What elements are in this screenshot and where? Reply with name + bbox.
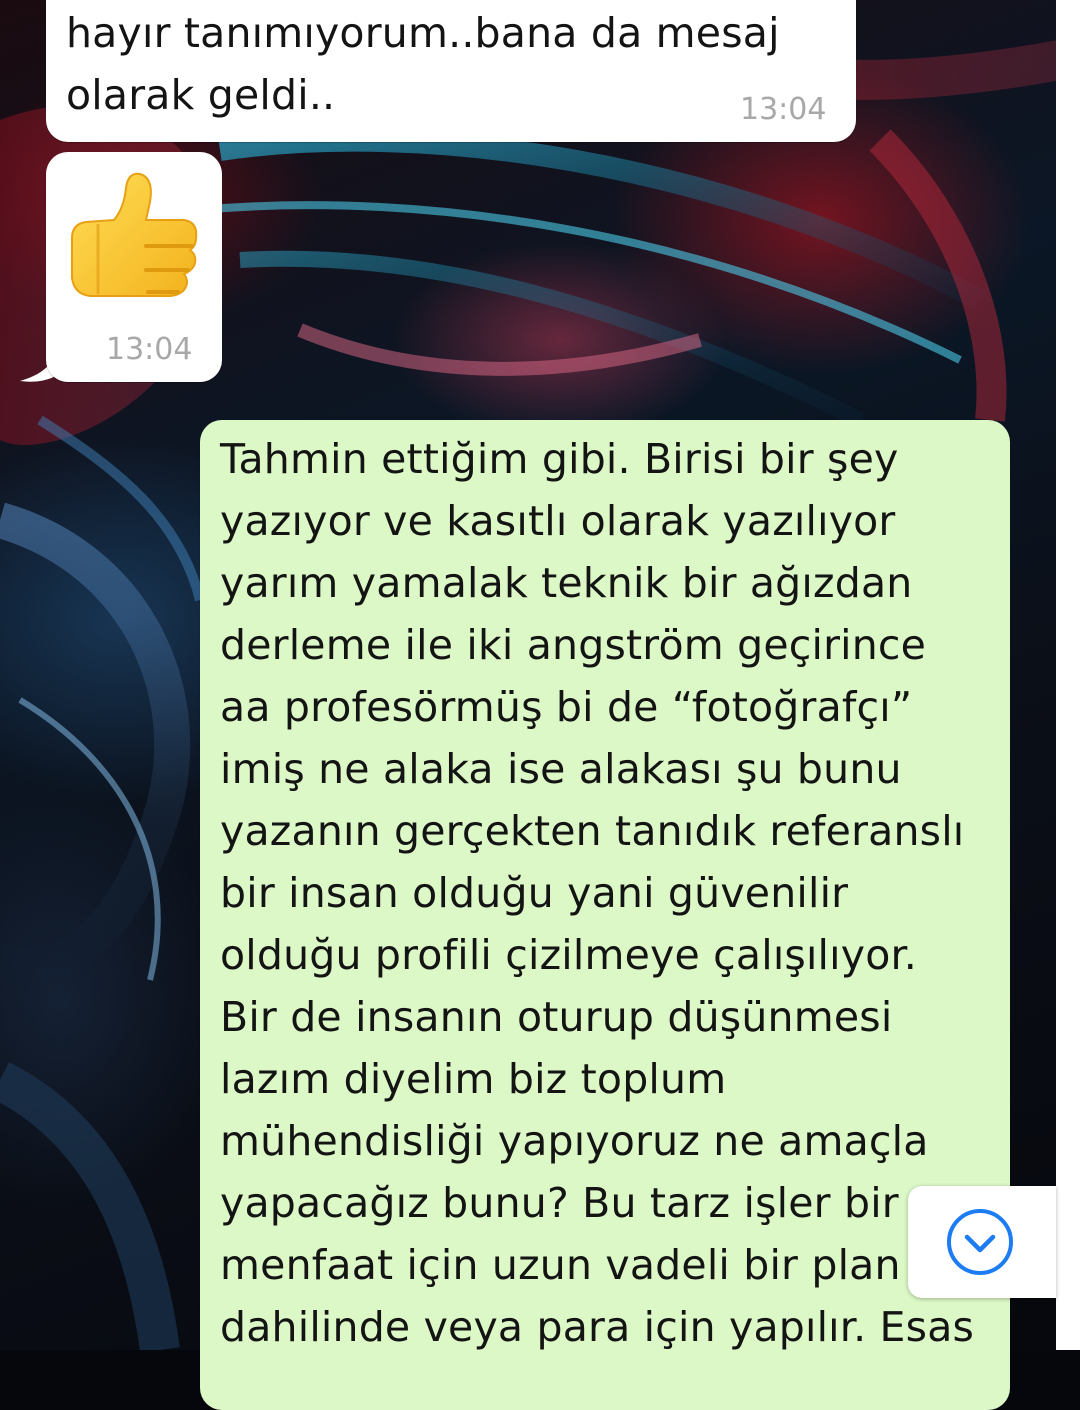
right-edge <box>1056 0 1080 1350</box>
scroll-to-bottom-button[interactable] <box>908 1186 1056 1298</box>
incoming-message-bubble[interactable]: hayır tanımıyorum..bana da mesaj olarak … <box>46 0 856 142</box>
chevron-down-circle-icon <box>946 1208 1014 1276</box>
incoming-emoji-bubble[interactable]: 13:04 <box>46 152 222 382</box>
thumbs-up-icon <box>68 168 200 308</box>
message-text: Tahmin ettiğim gibi. Birisi bir şey yazı… <box>220 435 975 1351</box>
message-timestamp: 13:04 <box>740 92 827 127</box>
message-text: hayır tanımıyorum..bana da mesaj olarak … <box>66 9 780 119</box>
message-timestamp: 13:04 <box>106 332 193 367</box>
outgoing-message-bubble[interactable]: Tahmin ettiğim gibi. Birisi bir şey yazı… <box>200 420 1010 1410</box>
